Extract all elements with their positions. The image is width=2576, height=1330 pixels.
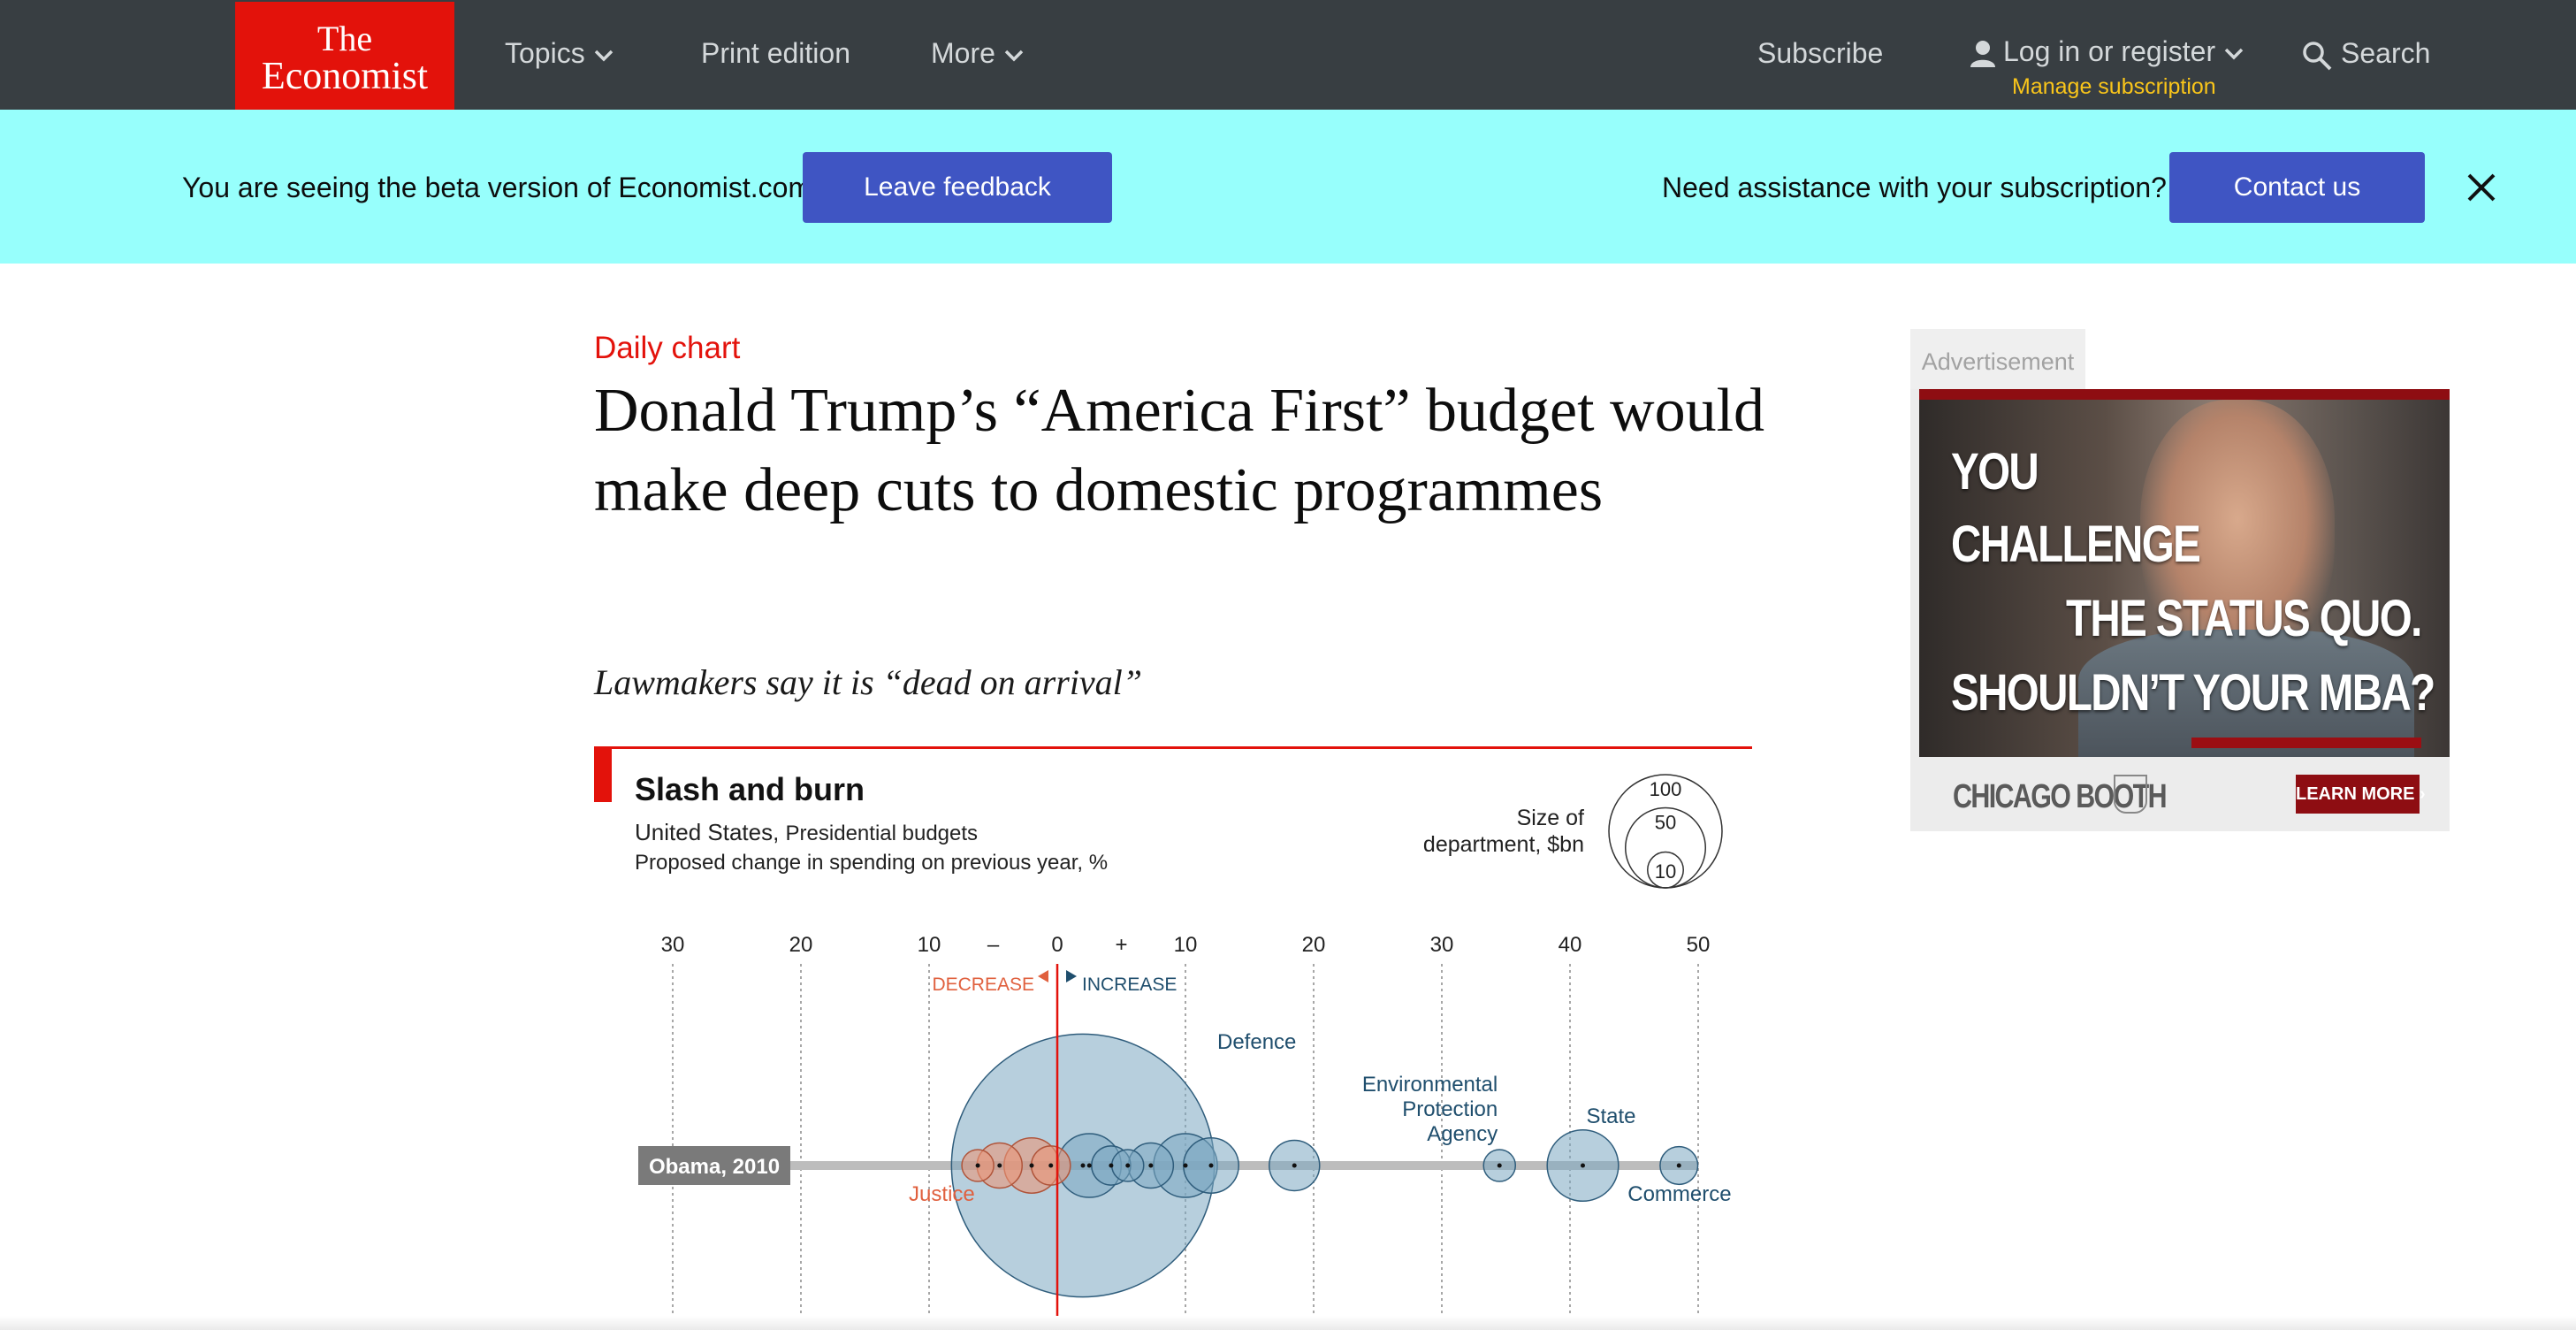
bubble-center-dot bbox=[1048, 1163, 1054, 1168]
increase-arrow bbox=[1066, 970, 1077, 982]
point-label: State bbox=[1586, 1105, 1635, 1128]
nav-login[interactable]: Log in or register bbox=[1970, 34, 2244, 69]
bubble-center-dot bbox=[1676, 1163, 1681, 1168]
article-headline: Donald Trump’s “America First” budget wo… bbox=[594, 377, 1765, 524]
chevron-down-icon bbox=[594, 50, 613, 62]
point-label-epa: Agency bbox=[1427, 1122, 1498, 1146]
ad-line-1: YOU bbox=[1951, 443, 2039, 501]
bubble-center-dot bbox=[1086, 1163, 1092, 1168]
x-tick-label: 10 bbox=[918, 933, 941, 957]
nav-print-edition-label: Print edition bbox=[701, 37, 850, 69]
close-icon[interactable] bbox=[2464, 161, 2499, 214]
row-label: Obama, 2010 bbox=[649, 1155, 780, 1179]
manage-subscription-link[interactable]: Manage subscription bbox=[2012, 74, 2216, 100]
chevron-down-icon bbox=[1004, 50, 1024, 62]
point-label-epa: Environmental bbox=[1362, 1073, 1498, 1097]
logo-line-2: Economist bbox=[261, 54, 429, 97]
logo-line-1: The bbox=[316, 19, 373, 58]
x-tick-label: 30 bbox=[1430, 933, 1454, 957]
point-label: Commerce bbox=[1627, 1182, 1731, 1206]
nav-search[interactable]: Search bbox=[2302, 35, 2430, 71]
bubble-center-dot bbox=[997, 1163, 1002, 1168]
ad-line-3: THE STATUS QUO. bbox=[2066, 590, 2422, 647]
x-tick-label: 30 bbox=[661, 933, 685, 957]
bubble-center-dot bbox=[1208, 1163, 1214, 1168]
bubble-center-dot bbox=[1581, 1163, 1585, 1168]
beta-banner: You are seeing the beta version of Econo… bbox=[0, 110, 2576, 264]
x-tick-label: 20 bbox=[1302, 933, 1326, 957]
bubble-chart: 30 20 10 – 0 +10 20 30 40 50 DECREASE INCREASE 100 50… bbox=[638, 774, 1732, 1330]
ad-line-2: CHALLENGE bbox=[1951, 516, 2201, 573]
x-tick-label: 50 bbox=[1687, 933, 1711, 957]
subscription-help-text: Need assistance with your subscription? bbox=[1662, 172, 2167, 203]
bubble-center-dot bbox=[1125, 1163, 1131, 1168]
size-legend-value: 100 bbox=[1650, 778, 1682, 800]
decrease-arrow bbox=[1038, 970, 1048, 982]
advertisement[interactable]: YOU CHALLENGE THE STATUS QUO. SHOULDN’T … bbox=[1910, 389, 2450, 831]
search-icon bbox=[2303, 41, 2332, 70]
crest-icon bbox=[2114, 775, 2147, 814]
ad-learn-more-button[interactable]: LEARN MORE › bbox=[2296, 775, 2426, 814]
size-legend-value: 50 bbox=[1655, 811, 1676, 833]
bubble-center-dot bbox=[1292, 1163, 1297, 1168]
bubble-center-dot bbox=[1029, 1163, 1034, 1168]
leave-feedback-button[interactable]: Leave feedback bbox=[803, 152, 1112, 223]
ad-line-4: SHOULDN’T YOUR MBA? bbox=[1951, 664, 2435, 722]
bubble-center-dot bbox=[1148, 1163, 1154, 1168]
article-subheadline: Lawmakers say it is “dead on arrival” bbox=[594, 662, 1143, 702]
bubble-center-dot bbox=[1497, 1163, 1502, 1168]
nav-more[interactable]: More bbox=[931, 35, 1024, 71]
x-tick-label: + bbox=[1115, 933, 1127, 957]
user-icon bbox=[1970, 40, 1995, 67]
ad-photo: YOU CHALLENGE THE STATUS QUO. SHOULDN’T … bbox=[1919, 400, 2450, 757]
x-tick-label: 0 bbox=[1051, 933, 1063, 957]
bubble-center-dot bbox=[1109, 1163, 1114, 1168]
decrease-label: DECREASE bbox=[932, 975, 1034, 995]
nav-print-edition[interactable]: Print edition bbox=[701, 35, 850, 71]
chevron-down-icon bbox=[2224, 48, 2244, 60]
ad-footer: CHICAGO BOOTH LEARN MORE › bbox=[1919, 757, 2450, 831]
nav-more-label: More bbox=[931, 37, 995, 69]
advertisement-label: Advertisement bbox=[1910, 329, 2085, 391]
article-kicker[interactable]: Daily chart bbox=[594, 331, 740, 366]
nav-search-label: Search bbox=[2341, 37, 2431, 69]
x-tick-label: 20 bbox=[789, 933, 813, 957]
top-nav: The Economist Topics Print edition More … bbox=[0, 0, 2576, 111]
nav-login-label: Log in or register bbox=[2003, 35, 2216, 67]
size-legend-value: 10 bbox=[1655, 860, 1676, 883]
bubble-center-dot bbox=[1183, 1163, 1188, 1168]
x-tick-label: 10 bbox=[1174, 933, 1198, 957]
increase-label: INCREASE bbox=[1082, 975, 1177, 995]
bubble-center-dot bbox=[975, 1163, 980, 1168]
economist-logo[interactable]: The Economist bbox=[235, 2, 454, 111]
bubble-center-dot bbox=[1080, 1163, 1086, 1168]
nav-subscribe-label: Subscribe bbox=[1757, 37, 1884, 69]
contact-us-button[interactable]: Contact us bbox=[2169, 152, 2425, 223]
point-label: Defence bbox=[1217, 1030, 1296, 1054]
nav-topics-label: Topics bbox=[505, 37, 585, 69]
x-tick-label: – bbox=[987, 933, 1000, 957]
ad-red-underline bbox=[2191, 738, 2421, 748]
point-label: Justice bbox=[909, 1182, 975, 1206]
beta-notice-text: You are seeing the beta version of Econo… bbox=[182, 172, 812, 203]
ad-top-bar bbox=[1919, 389, 2450, 400]
chart-container: Slash and burn United States, Presidenti… bbox=[594, 746, 1752, 1330]
x-tick-label: 40 bbox=[1559, 933, 1582, 957]
nav-topics[interactable]: Topics bbox=[505, 35, 614, 71]
nav-subscribe[interactable]: Subscribe bbox=[1757, 35, 1883, 71]
point-label-epa: Protection bbox=[1402, 1097, 1498, 1121]
page-bottom-fade bbox=[0, 1316, 2576, 1330]
